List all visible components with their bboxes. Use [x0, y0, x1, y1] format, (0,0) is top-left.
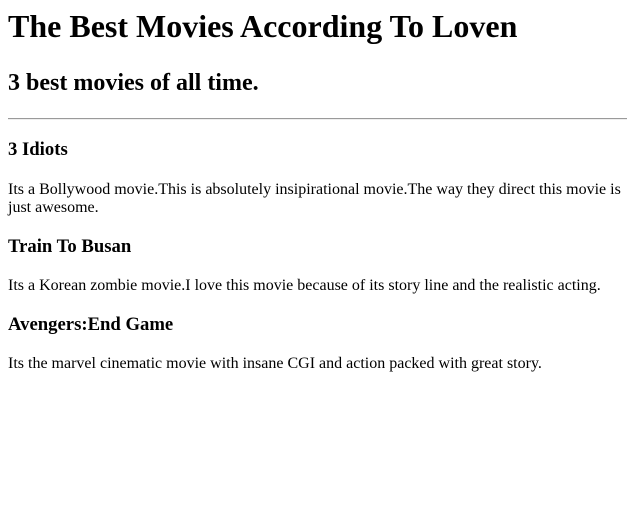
page-title: The Best Movies According To Loven [8, 8, 518, 44]
movie-entry: Train To Busan Its a Korean zombie movie… [8, 236, 627, 295]
movie-description: Its the marvel cinematic movie with insa… [8, 355, 542, 372]
movie-title: 3 Idiots [8, 139, 68, 160]
movie-entry: 3 Idiots Its a Bollywood movie.This is a… [8, 139, 627, 217]
movie-description: Its a Korean zombie movie.I love this mo… [8, 277, 601, 294]
page: The Best Movies According To Loven 3 bes… [0, 8, 635, 373]
movie-title: Train To Busan [8, 236, 132, 257]
divider [8, 118, 627, 120]
movie-description: Its a Bollywood movie.This is absolutely… [8, 181, 621, 216]
movie-title: Avengers:End Game [8, 314, 174, 335]
page-subtitle: 3 best movies of all time. [8, 70, 259, 96]
movie-entry: Avengers:End Game Its the marvel cinemat… [8, 314, 627, 373]
